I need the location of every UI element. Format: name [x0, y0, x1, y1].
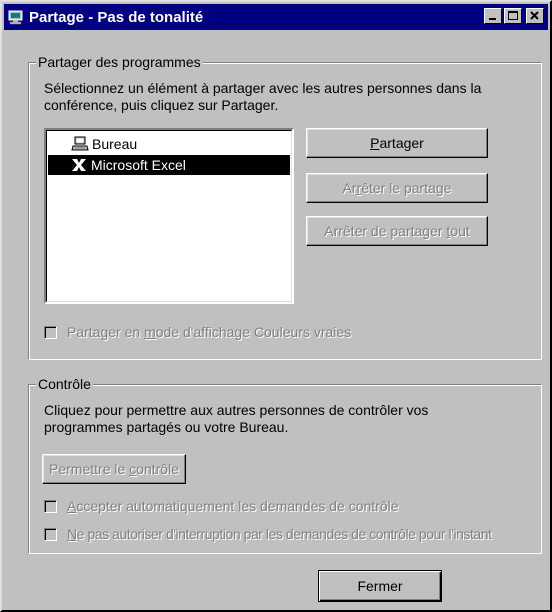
share-programs-group: Partager des programmes Sélectionnez un …: [28, 53, 542, 360]
list-item-label: Microsoft Excel: [91, 157, 186, 173]
excel-icon: [70, 157, 88, 173]
close-button[interactable]: Fermer: [318, 570, 442, 602]
list-item-label: Bureau: [92, 136, 138, 152]
no-interrupt-checkbox[interactable]: [44, 527, 57, 541]
share-description: Sélectionnez un élément à partager avec …: [44, 80, 482, 113]
desktop-icon: [71, 136, 89, 152]
true-color-checkbox[interactable]: [44, 325, 57, 339]
auto-accept-checkbox-row[interactable]: Accepter automatiquement les demandes de…: [44, 498, 399, 514]
control-group: Contrôle Cliquez pour permettre aux autr…: [28, 375, 542, 554]
control-description: Cliquez pour permettre aux autres person…: [44, 402, 429, 435]
share-button[interactable]: Partager: [306, 128, 488, 158]
netmeeting-sharing-icon[interactable]: [7, 8, 25, 26]
true-color-checkbox-row[interactable]: Partager en mode d'affichage Couleurs vr…: [44, 324, 351, 340]
sharing-dialog: Partage - Pas de tonalité Partager des p…: [0, 0, 552, 612]
window-title: Partage - Pas de tonalité: [29, 8, 204, 26]
close-icon: [530, 11, 539, 20]
maximize-button[interactable]: [504, 8, 522, 24]
auto-accept-checkbox[interactable]: [44, 499, 57, 513]
maximize-icon: [508, 11, 518, 20]
stop-sharing-all-button[interactable]: Arrêter de partager tout: [306, 216, 488, 246]
allow-control-button[interactable]: Permettre le contrôle: [42, 454, 186, 484]
close-window-button[interactable]: [526, 8, 544, 24]
no-interrupt-checkbox-row[interactable]: Ne pas autoriser d'interruption par les …: [44, 526, 492, 542]
control-legend: Contrôle: [36, 375, 93, 393]
title-bar[interactable]: Partage - Pas de tonalité: [4, 4, 548, 30]
stop-sharing-button[interactable]: Arrêter le partage: [306, 173, 488, 203]
minimize-icon: [489, 18, 496, 20]
program-list[interactable]: Bureau Microsoft Excel: [44, 128, 294, 304]
share-programs-legend: Partager des programmes: [36, 53, 203, 71]
minimize-button[interactable]: [484, 8, 502, 24]
list-item-microsoft-excel[interactable]: Microsoft Excel: [48, 155, 290, 175]
list-item-bureau[interactable]: Bureau: [49, 134, 291, 154]
